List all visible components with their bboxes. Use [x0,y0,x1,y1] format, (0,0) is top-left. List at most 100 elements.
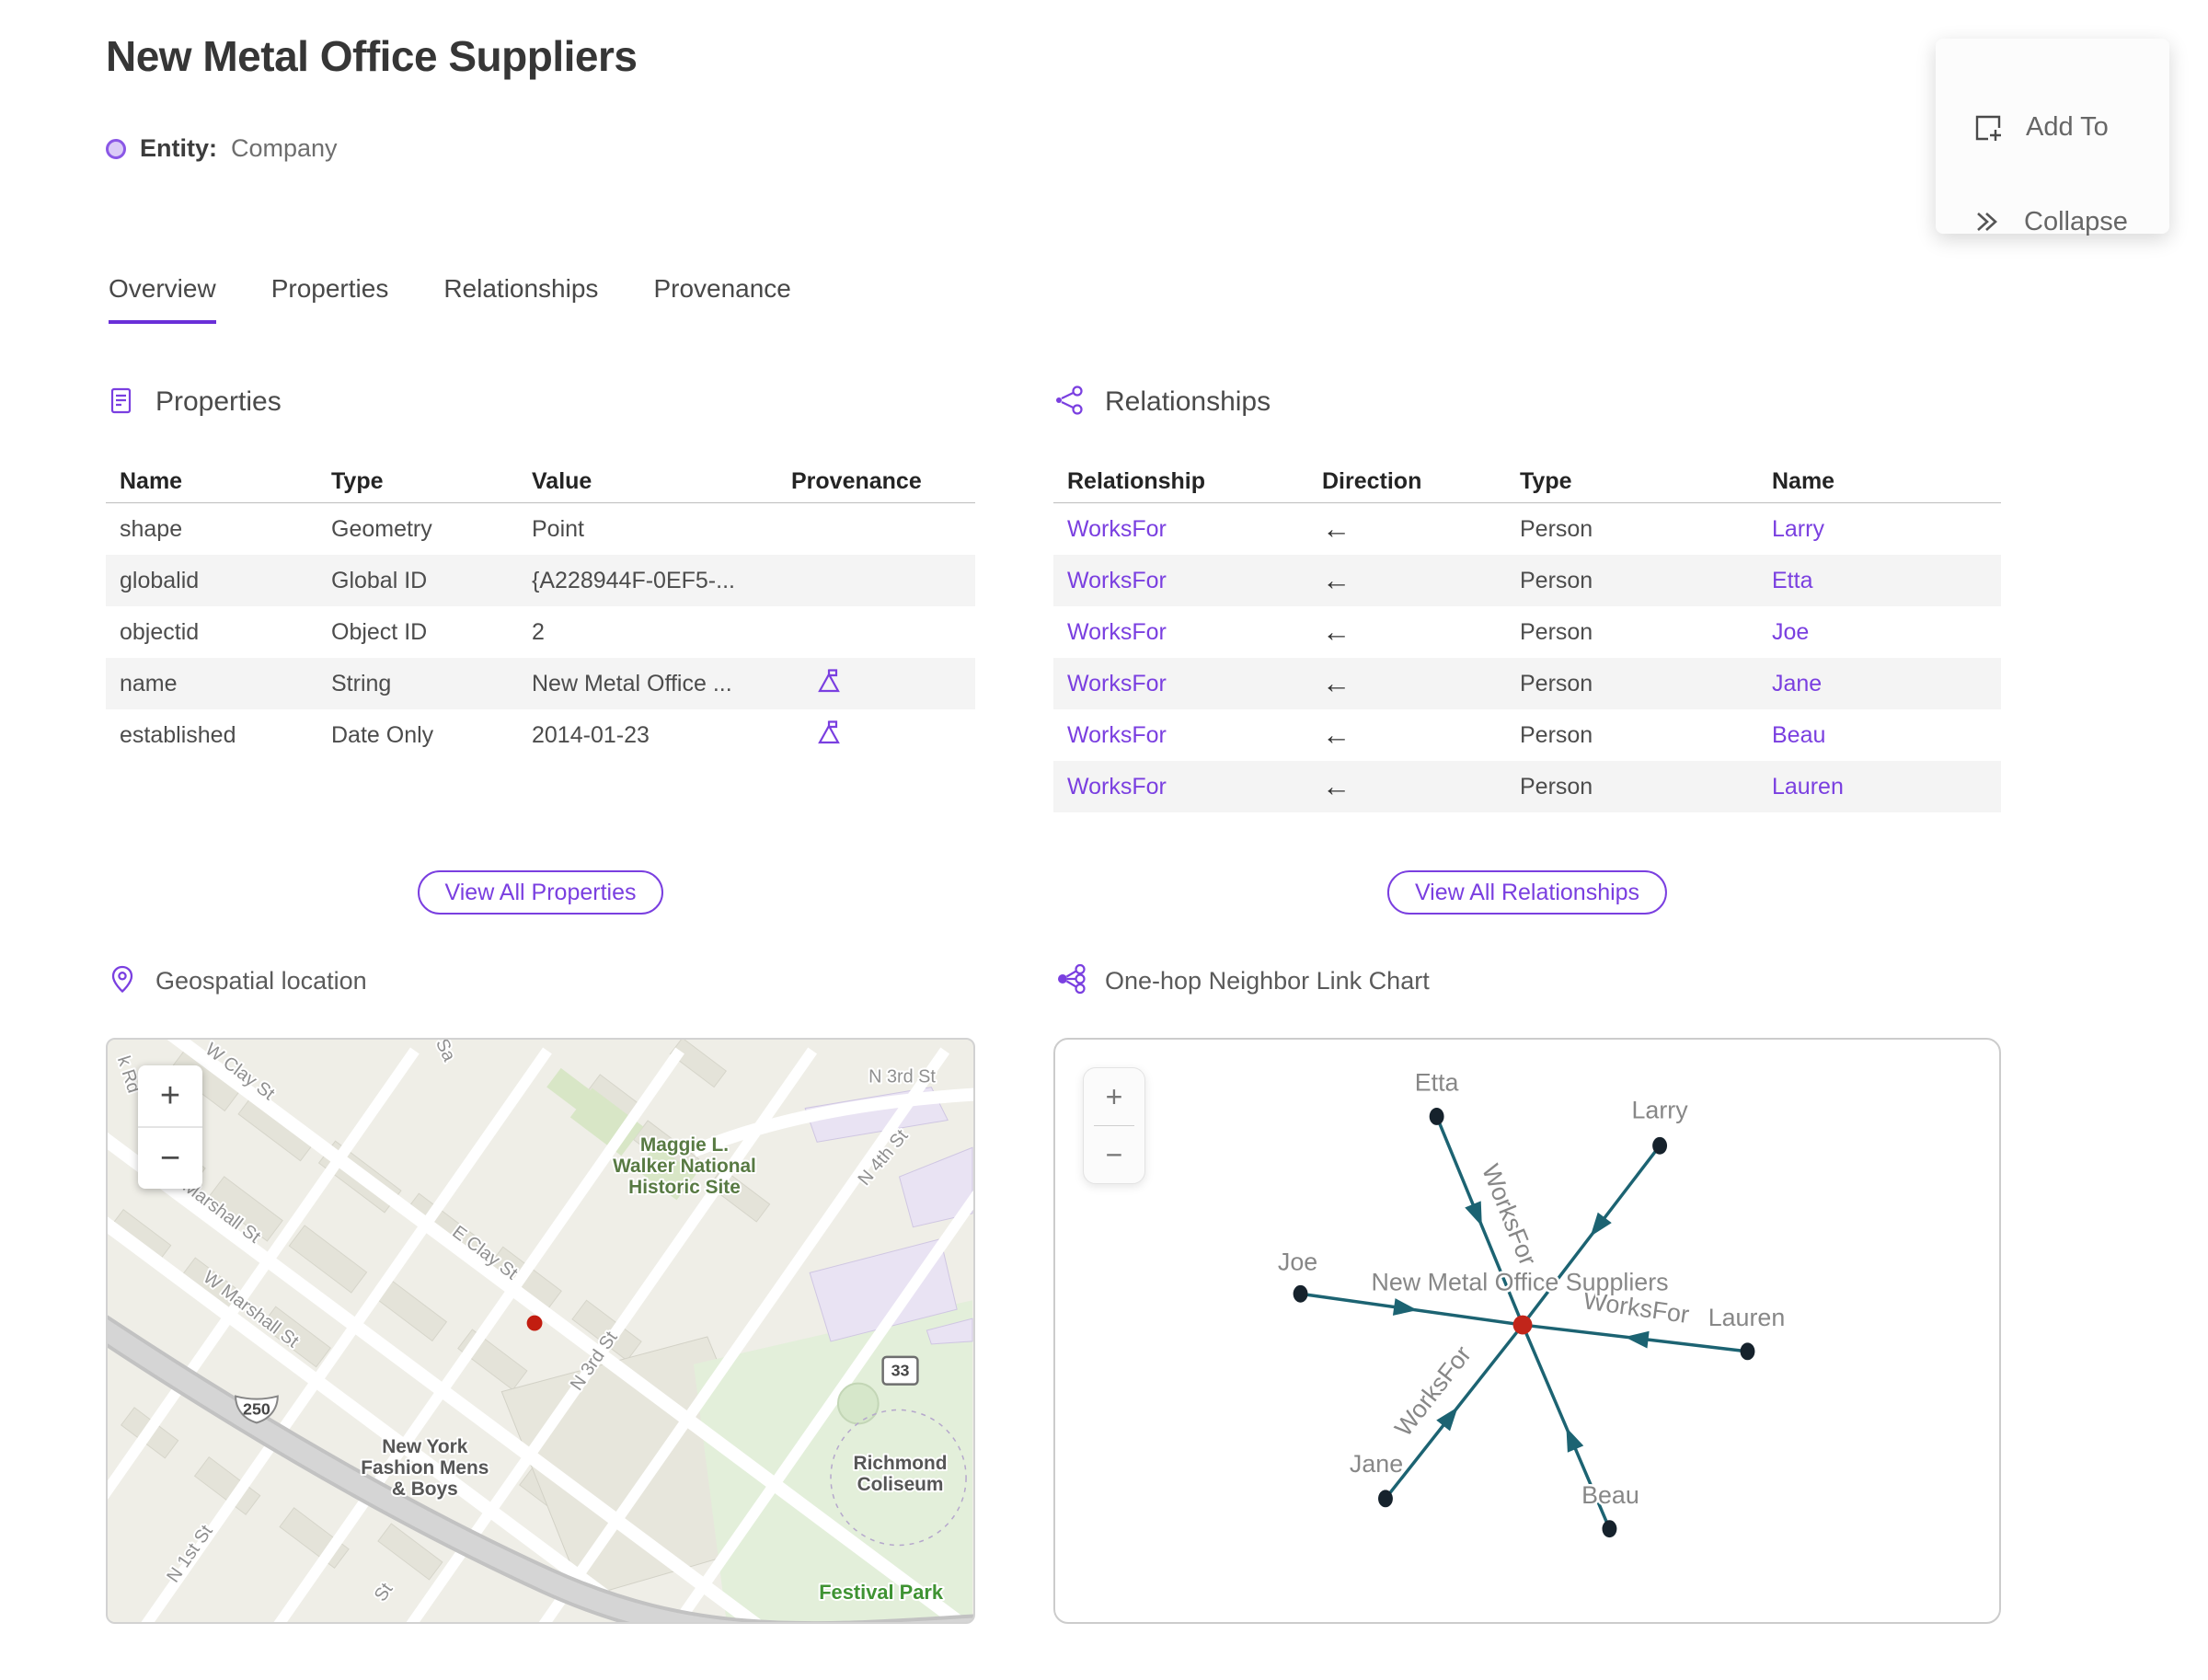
link-chart-panel[interactable]: WorksFor WorksFor WorksFor Etta Larry Joe Laur… [1053,1038,2001,1624]
entity-details-page: New Metal Office Suppliers Entity: Compa… [0,0,2208,1680]
relationship-row-lauren: WorksFor ← Person Lauren [1053,761,2001,812]
column-header-relationship: Relationship [1067,467,1206,494]
page-title: New Metal Office Suppliers [106,32,638,80]
related-entity-link[interactable]: Beau [1772,722,2001,749]
column-header-value: Value [532,467,592,494]
column-header-name: Name [120,467,183,494]
graph-node-beau[interactable] [1602,1520,1617,1538]
property-value: {A228944F-0EF5-... [532,567,735,593]
edge-arrowhead [1566,1427,1584,1453]
property-row-objectid: objectid Object ID 2 [106,606,975,658]
relationships-section: Relationships Relationship Direction Type N… [1053,385,2001,915]
relationship-type-link[interactable]: WorksFor [1067,568,1322,594]
graph-node-lauren[interactable] [1740,1342,1755,1361]
relationship-row-beau: WorksFor ← Person Beau [1053,709,2001,761]
column-header-type: Type [331,467,384,494]
map-zoom-out-button[interactable]: − [138,1128,202,1189]
related-entity-type: Person [1520,567,1593,593]
column-header-provenance: Provenance [791,467,922,494]
route-shield-33: 33 [881,1355,919,1386]
edge-arrowhead [1624,1330,1650,1349]
column-header-name: Name [1772,467,1835,494]
map-zoom-in-button[interactable]: + [138,1065,202,1126]
relationship-row-larry: WorksFor ← Person Larry [1053,503,2001,555]
property-provenance [791,719,975,753]
tab-relationships[interactable]: Relationships [443,274,598,324]
column-header-type: Type [1520,467,1572,494]
relationship-type-link[interactable]: WorksFor [1067,722,1322,749]
relationship-row-jane: WorksFor ← Person Jane [1053,658,2001,709]
map-feature-marker[interactable] [526,1315,543,1331]
direction-arrow: ← [1322,564,1351,596]
add-to-label: Add To [2026,111,2109,142]
column-header-direction: Direction [1322,467,1422,494]
related-entity-link[interactable]: Larry [1772,516,2001,543]
related-entity-type: Person [1520,721,1593,748]
related-entity-link[interactable]: Lauren [1772,774,2001,800]
provenance-flag-icon[interactable] [791,719,843,746]
geospatial-header: Geospatial location [108,962,367,999]
tab-bar: Overview Properties Relationships Provenanc… [109,274,791,324]
node-label-jane: Jane [1350,1450,1403,1478]
link-chart-title: One-hop Neighbor Link Chart [1105,966,1430,995]
related-entity-link[interactable]: Etta [1772,568,2001,594]
related-entity-link[interactable]: Jane [1772,671,2001,697]
node-label-lauren: Lauren [1708,1304,1786,1331]
property-name: globalid [120,567,200,593]
chart-zoom-in-button[interactable]: + [1084,1068,1144,1125]
related-entity-link[interactable]: Joe [1772,619,2001,646]
relationship-row-etta: WorksFor ← Person Etta [1053,555,2001,606]
property-type: Object ID [331,618,428,645]
provenance-flag-icon[interactable] [791,667,843,695]
property-value: 2 [532,618,545,645]
node-label-beau: Beau [1581,1481,1639,1509]
direction-arrow: ← [1322,512,1351,545]
property-type: Date Only [331,721,434,748]
property-value: Point [532,515,584,542]
add-to-button[interactable]: Add To [1971,110,2109,144]
properties-icon [106,385,135,420]
view-all-relationships-button[interactable]: View All Relationships [1386,870,1668,915]
relationships-section-title: Relationships [1105,386,1271,417]
quick-actions-panel: Add To Collapse [1936,39,2169,237]
map-pin-icon [108,964,137,998]
table-header-row: Name Type Value Provenance [106,460,975,503]
relationship-type-link[interactable]: WorksFor [1067,516,1322,543]
edge-arrowhead [1436,1407,1458,1432]
graph-node-joe[interactable] [1293,1284,1308,1303]
tab-properties[interactable]: Properties [271,274,389,324]
graph-node-larry[interactable] [1652,1136,1668,1155]
street-label: N 3rd St [868,1067,936,1087]
direction-arrow: ← [1322,667,1351,699]
collapse-button[interactable]: Collapse [1971,206,2128,237]
add-to-icon [1971,110,2004,144]
node-label-etta: Etta [1415,1069,1459,1097]
entity-badge: Entity: Company [106,134,338,163]
graph-node-etta[interactable] [1429,1108,1444,1125]
view-all-properties-button[interactable]: View All Properties [417,870,664,915]
property-row-name: name String New Metal Office ... [106,658,975,709]
table-header-row: Relationship Direction Type Name [1053,460,2001,503]
graph-node-jane[interactable] [1378,1490,1393,1508]
link-chart-header: One-hop Neighbor Link Chart [1055,962,1430,999]
relationship-type-link[interactable]: WorksFor [1067,619,1322,646]
entity-type-icon [106,138,126,159]
node-label-center: New Metal Office Suppliers [1372,1268,1669,1295]
map-zoom-control: + − [138,1065,202,1189]
map-panel[interactable]: 250 33 W Clay St k Rd Sa Marshall St W Marshal… [106,1038,975,1624]
graph-node-center[interactable] [1512,1315,1533,1335]
edge-arrowhead [1392,1298,1418,1316]
relationship-type-link[interactable]: WorksFor [1067,671,1322,697]
properties-table: Name Type Value Provenance shape Geometry Poin… [106,460,975,761]
entity-label: Entity: [140,134,217,162]
tab-provenance[interactable]: Provenance [653,274,790,324]
collapse-label: Collapse [2024,206,2128,236]
relationship-type-link[interactable]: WorksFor [1067,774,1322,800]
relationships-table: Relationship Direction Type Name WorksFor ← Pe… [1053,460,2001,812]
chart-zoom-out-button[interactable]: − [1084,1126,1144,1183]
one-hop-link-chart-icon [1055,963,1087,999]
related-entity-type: Person [1520,515,1593,542]
property-name: shape [120,515,183,542]
entity-type-value: Company [231,134,338,162]
tab-overview[interactable]: Overview [109,274,216,324]
